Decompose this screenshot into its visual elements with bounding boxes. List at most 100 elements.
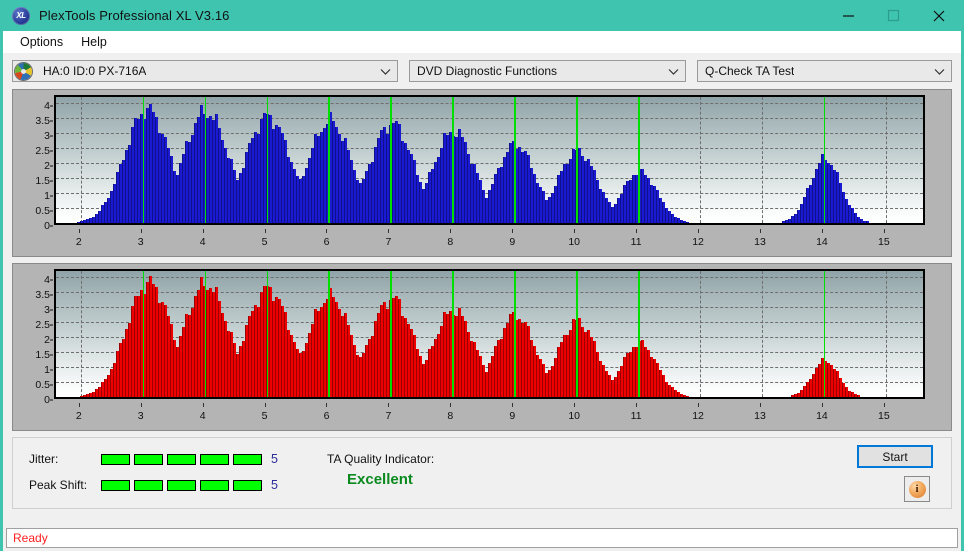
- peak-shift-metric-row: Peak Shift: 5: [29, 478, 278, 492]
- grid-line: [56, 292, 923, 293]
- marker-line: [204, 97, 207, 223]
- y-tick: [50, 165, 53, 167]
- peak-shift-chart-panel: 4 3.5 3 2.5 2 1.5 1 0.5 0 2 3 4 5 6 7 8 9 10 11 12 13 14 15: [12, 263, 952, 431]
- x-tick: [388, 403, 390, 407]
- x-tick: [202, 229, 204, 233]
- y-tick-label: 3.5: [35, 289, 50, 301]
- chevron-down-icon: [668, 61, 679, 81]
- led-segment: [134, 453, 163, 465]
- chart-bar: [686, 221, 689, 223]
- led-segment: [167, 479, 196, 491]
- y-tick: [50, 294, 53, 296]
- chart-bar: [686, 395, 689, 397]
- peak-shift-led-meter: [101, 479, 262, 491]
- led-segment: [200, 453, 229, 465]
- application-window: XL PlexTools Professional XL V3.16 Optio…: [0, 0, 964, 551]
- x-tick: [450, 403, 452, 407]
- menu-bar: Options Help: [3, 31, 961, 53]
- x-tick: [698, 229, 700, 233]
- x-tick-label: 5: [261, 410, 268, 422]
- close-button[interactable]: [916, 0, 961, 31]
- led-segment: [134, 479, 163, 491]
- x-tick-label: 9: [509, 410, 516, 422]
- jitter-chart-x-axis: 2 3 4 5 6 7 8 9 10 11 12 13 14 15: [54, 229, 925, 253]
- x-tick-label: 6: [323, 410, 330, 422]
- marker-line: [142, 97, 145, 223]
- marker-line: [204, 271, 207, 397]
- x-tick: [698, 403, 700, 407]
- y-tick-label: 2.5: [35, 319, 50, 331]
- drive-select-value: HA:0 ID:0 PX-716A: [43, 64, 147, 78]
- marker-line: [823, 271, 826, 397]
- x-tick-label: 7: [385, 236, 392, 248]
- title-bar: XL PlexTools Professional XL V3.16: [3, 0, 961, 31]
- marker-line: [328, 97, 330, 223]
- y-tick: [50, 195, 53, 197]
- x-tick-label: 7: [385, 410, 392, 422]
- minimize-button[interactable]: [826, 0, 871, 31]
- grid-line: [761, 271, 763, 397]
- chart-bar: [857, 395, 860, 397]
- marker-line: [390, 271, 392, 397]
- y-tick-label: 1.5: [35, 175, 50, 187]
- x-tick-label: 12: [692, 410, 704, 422]
- y-tick: [50, 180, 53, 182]
- marker-line: [266, 271, 269, 397]
- grid-line: [56, 133, 923, 134]
- y-tick: [50, 354, 53, 356]
- test-select[interactable]: Q-Check TA Test: [697, 60, 952, 82]
- marker-line: [638, 97, 640, 223]
- status-bar: Ready: [6, 528, 958, 548]
- x-tick: [140, 229, 142, 233]
- grid-line: [700, 271, 702, 397]
- x-tick-label: 3: [137, 236, 144, 248]
- drive-select[interactable]: HA:0 ID:0 PX-716A: [12, 60, 398, 82]
- maximize-button[interactable]: [871, 0, 916, 31]
- jitter-chart-panel: 4 3.5 3 2.5 2 1.5 1 0.5 0 2 3 4 5 6 7 8 9 10 11 12 13 14 15: [12, 89, 952, 257]
- app-icon: XL: [12, 6, 30, 25]
- jitter-value: 5: [271, 452, 278, 466]
- marker-line: [452, 271, 454, 397]
- x-tick-label: 6: [323, 236, 330, 248]
- marker-line: [576, 97, 578, 223]
- x-tick-label: 4: [199, 410, 206, 422]
- x-tick-label: 9: [509, 236, 516, 248]
- menu-item-options[interactable]: Options: [11, 33, 72, 51]
- x-tick: [759, 403, 761, 407]
- y-tick-label: 3.5: [35, 115, 50, 127]
- x-tick: [326, 403, 328, 407]
- grid-line: [56, 307, 923, 308]
- x-tick-label: 14: [816, 410, 828, 422]
- grid-line: [885, 271, 887, 397]
- x-tick: [636, 229, 638, 233]
- x-tick: [78, 229, 80, 233]
- function-select-value: DVD Diagnostic Functions: [417, 64, 558, 78]
- marker-line: [328, 271, 330, 397]
- jitter-chart-plot: [54, 95, 925, 225]
- x-tick: [264, 229, 266, 233]
- y-tick: [50, 399, 53, 401]
- start-button[interactable]: Start: [857, 445, 933, 468]
- x-tick: [512, 403, 514, 407]
- y-tick: [50, 369, 53, 371]
- grid-line: [885, 97, 887, 223]
- x-tick: [388, 229, 390, 233]
- grid-line: [56, 223, 923, 224]
- x-tick: [759, 229, 761, 233]
- peak-shift-value: 5: [271, 478, 278, 492]
- x-tick-label: 15: [877, 410, 890, 422]
- x-tick-label: 12: [692, 236, 704, 248]
- menu-item-help[interactable]: Help: [72, 33, 116, 51]
- peak-shift-chart-plot: [54, 269, 925, 399]
- y-tick: [50, 309, 53, 311]
- grid-line: [761, 97, 763, 223]
- x-tick-label: 10: [568, 236, 581, 248]
- x-tick: [450, 229, 452, 233]
- content-area: HA:0 ID:0 PX-716A DVD Diagnostic Functio…: [3, 53, 961, 509]
- function-select[interactable]: DVD Diagnostic Functions: [409, 60, 686, 82]
- info-button[interactable]: i: [904, 476, 930, 502]
- window-controls: [826, 0, 961, 31]
- peak-shift-chart-x-axis: 2 3 4 5 6 7 8 9 10 11 12 13 14 15: [54, 403, 925, 427]
- marker-line: [514, 271, 516, 397]
- window-title: PlexTools Professional XL V3.16: [39, 8, 230, 23]
